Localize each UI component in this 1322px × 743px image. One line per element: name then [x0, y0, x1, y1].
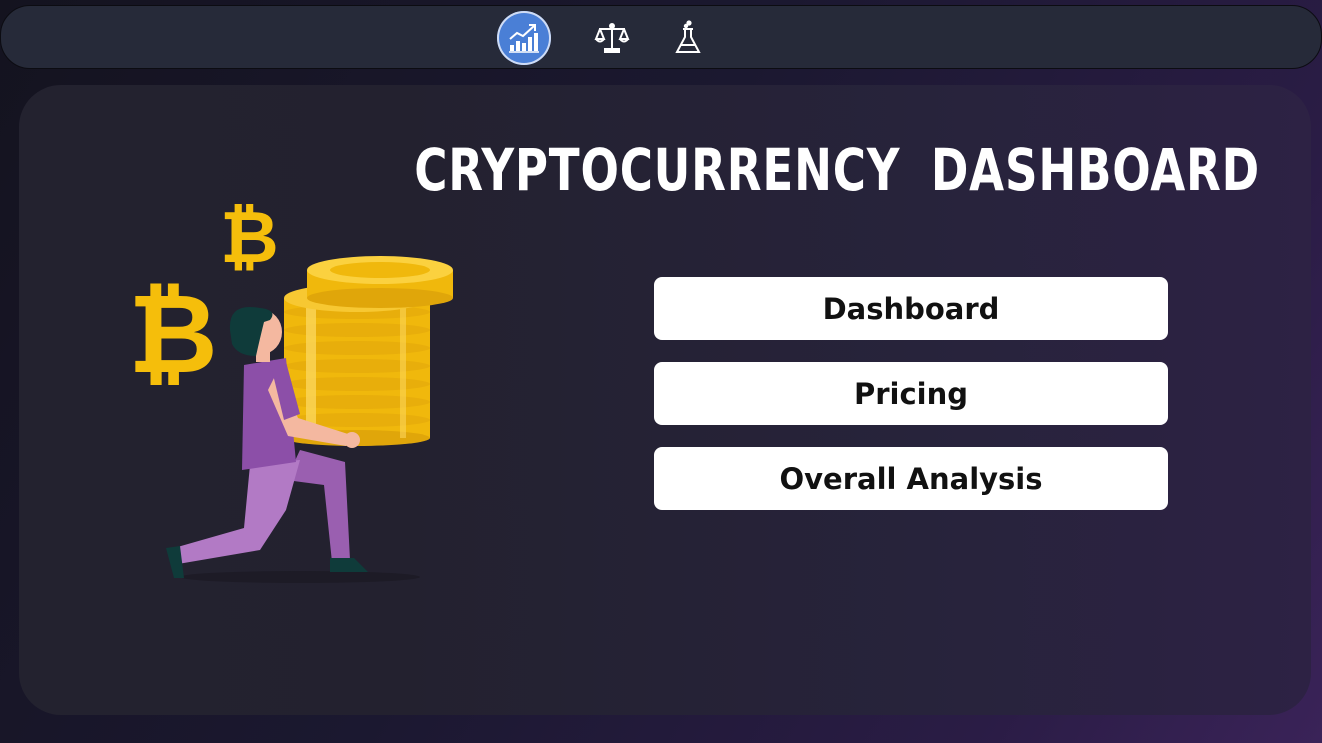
chart-growth-icon [509, 24, 539, 53]
nav-chart-button[interactable] [497, 11, 551, 65]
hero-illustration: ₿ ₿ [110, 180, 480, 600]
dashboard-button[interactable]: Dashboard [654, 277, 1168, 340]
coin-stack [284, 256, 453, 446]
person-carrying-coins-icon: ₿ ₿ [128, 195, 453, 583]
page-title: CRYPTOCURRENCY DASHBOARD [414, 136, 1260, 204]
nav-scales-button[interactable] [585, 11, 639, 65]
flask-icon [675, 20, 701, 53]
overall-analysis-button[interactable]: Overall Analysis [654, 447, 1168, 510]
bitcoin-symbol-large: ₿ [128, 270, 218, 398]
scales-icon [594, 23, 630, 53]
pricing-button[interactable]: Pricing [654, 362, 1168, 425]
bitcoin-symbol-small: ₿ [220, 195, 279, 279]
top-nav-bar [0, 5, 1322, 69]
nav-flask-button[interactable] [661, 11, 715, 65]
